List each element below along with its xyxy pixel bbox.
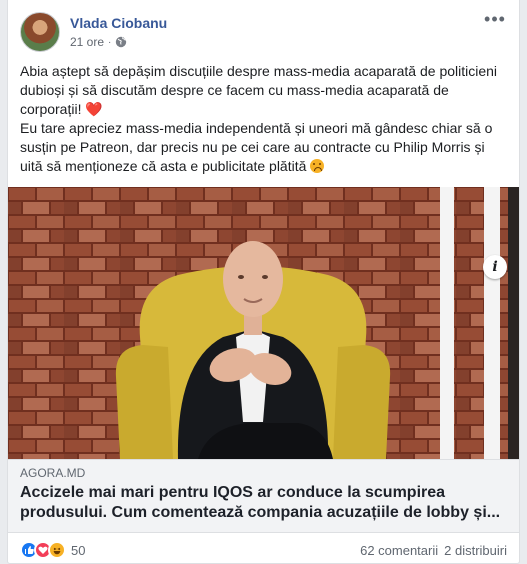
post-text-paragraph-1: Abia aștept să depășim discuțiile despre… [20, 62, 510, 119]
engagement-stats: 62 comentarii 2 distribuiri [360, 543, 507, 558]
avatar[interactable] [20, 12, 60, 52]
separator-dot: · [108, 36, 112, 48]
info-icon[interactable]: i [483, 255, 507, 279]
post-text-p2: Eu tare apreciez mass-media independentă… [20, 120, 493, 174]
comments-count[interactable]: 62 comentarii [360, 543, 438, 558]
link-image-illustration [8, 187, 519, 459]
post-meta: 21 ore · [70, 35, 127, 49]
reaction-count[interactable]: 50 [71, 543, 85, 558]
link-domain: AGORA.MD [20, 466, 86, 480]
post-text-paragraph-2: Eu tare apreciez mass-media independentă… [20, 119, 510, 176]
post-text: Abia aștept să depășim discuțiile despre… [20, 62, 510, 176]
globe-icon[interactable] [115, 36, 127, 48]
author-name[interactable]: Vlada Ciobanu [70, 15, 167, 31]
link-title[interactable]: Accizele mai mari pentru IQOS ar conduce… [20, 483, 510, 523]
haha-reaction-icon [48, 541, 66, 559]
link-preview-image[interactable] [8, 187, 519, 459]
sad-face-emoji-icon [310, 159, 325, 173]
link-preview-meta[interactable]: AGORA.MD Accizele mai mari pentru IQOS a… [8, 459, 519, 533]
reactions-summary[interactable]: 50 [20, 541, 85, 559]
more-options-icon[interactable]: ••• [483, 10, 507, 32]
post-time[interactable]: 21 ore [70, 35, 104, 49]
post-header: Vlada Ciobanu 21 ore · ••• [20, 10, 507, 56]
post-card: Vlada Ciobanu 21 ore · ••• Abia aștept s… [7, 0, 520, 564]
shares-count[interactable]: 2 distribuiri [444, 543, 507, 558]
heart-emoji-icon: ❤️ [85, 101, 103, 117]
post-footer: 50 62 comentarii 2 distribuiri [20, 541, 507, 559]
